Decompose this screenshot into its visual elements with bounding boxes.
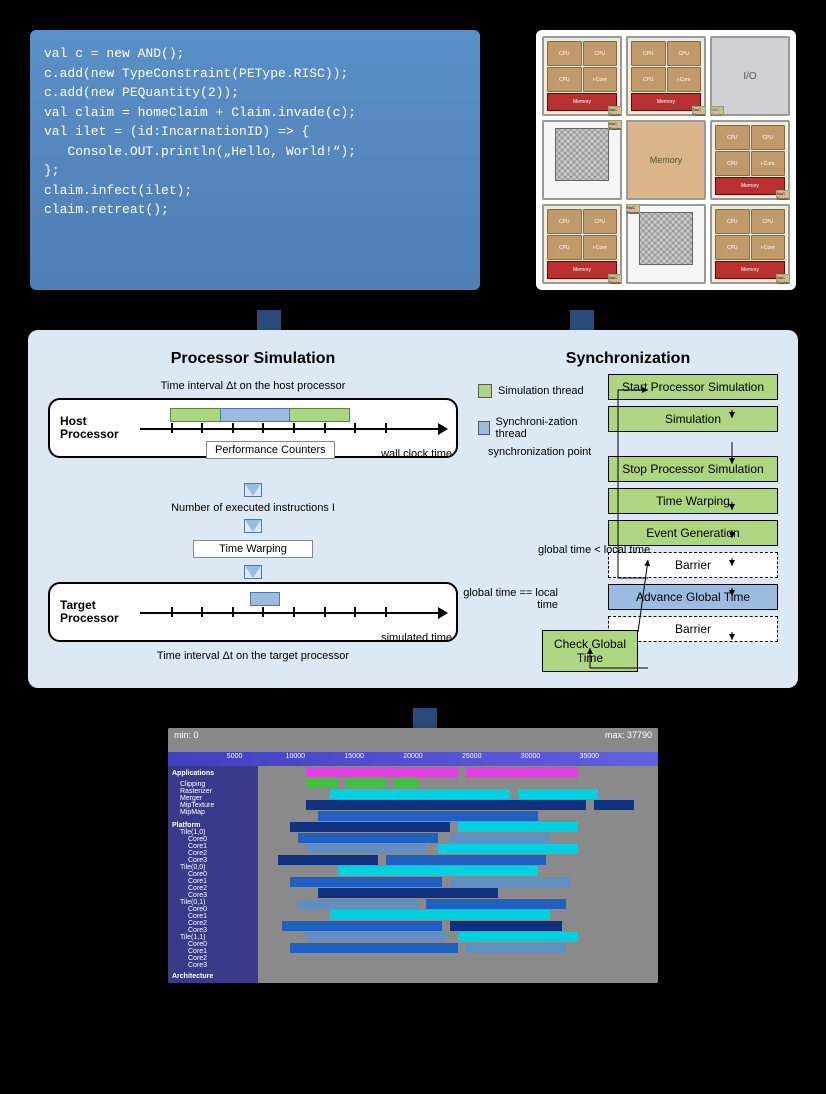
caption-host-interval: Time interval Δt on the host processor bbox=[48, 380, 458, 392]
code-snippet-box: val c = new AND(); c.add(new TypeConstra… bbox=[30, 30, 480, 290]
target-label: Target Processor bbox=[60, 599, 132, 625]
flow-tw: Time Warping bbox=[608, 488, 778, 514]
target-blue-bar bbox=[250, 592, 280, 606]
flow-sim: Simulation bbox=[608, 406, 778, 432]
cond-eq-label: global time == local time bbox=[458, 587, 558, 611]
sync-point-label: synchronization point bbox=[488, 446, 591, 458]
thread-legend: Simulation thread Synchroni-zation threa… bbox=[478, 380, 588, 444]
perf-counters-box: Performance Counters bbox=[206, 441, 335, 459]
synchronization-column: Synchronization Simulation thread Synchr… bbox=[478, 350, 778, 668]
down-arrow-2 bbox=[245, 520, 261, 532]
legend-sim-swatch bbox=[478, 384, 492, 398]
flow-start: Start Processor Simulation bbox=[608, 374, 778, 400]
num-instructions-label: Number of executed instructions I bbox=[48, 502, 458, 514]
cond-lt-label: global time < local time bbox=[538, 544, 650, 556]
down-arrow-1 bbox=[245, 484, 261, 496]
time-warping-box: Time Warping bbox=[193, 540, 313, 558]
flow-eg: Event Generation bbox=[608, 520, 778, 546]
trace-min: min: 0 bbox=[174, 730, 199, 750]
sync-title: Synchronization bbox=[478, 350, 778, 368]
trace-sidebar: ApplicationsClippingRasterizerMergerMipT… bbox=[168, 766, 258, 983]
trace-gantt bbox=[258, 766, 658, 983]
host-label: Host Processor bbox=[60, 415, 132, 441]
flow-stop: Stop Processor Simulation bbox=[608, 456, 778, 482]
trace-visualization: min: 0 max: 37790 5000100001500020000250… bbox=[168, 728, 658, 983]
flow-advance: Advance Global Time bbox=[608, 584, 778, 610]
trace-ruler: 5000100001500020000250003000035000 bbox=[168, 752, 658, 766]
flow-column: Start Processor Simulation Simulation sy… bbox=[608, 374, 778, 648]
processor-simulation-column: Processor Simulation Time interval Δt on… bbox=[48, 350, 458, 668]
host-blue-bar bbox=[220, 408, 290, 422]
down-arrow-3 bbox=[245, 566, 261, 578]
flow-check: Check Global Time bbox=[542, 630, 638, 672]
simulation-main-panel: Processor Simulation Time interval Δt on… bbox=[28, 330, 798, 688]
code-lines: val c = new AND(); c.add(new TypeConstra… bbox=[44, 44, 466, 220]
legend-sync-swatch bbox=[478, 421, 490, 435]
architecture-grid: CPUCPU CPUi-Core Memory NoC Router CPUCP… bbox=[536, 30, 796, 290]
target-timeline bbox=[140, 592, 446, 632]
legend-sim-label: Simulation thread bbox=[498, 385, 584, 397]
sim-time-label: simulated time bbox=[48, 632, 458, 644]
trace-max: max: 37790 bbox=[605, 730, 652, 750]
proc-sim-title: Processor Simulation bbox=[48, 350, 458, 368]
legend-sync-label: Synchroni-zation thread bbox=[496, 416, 588, 440]
caption-target-interval: Time interval Δt on the target processor bbox=[48, 650, 458, 662]
